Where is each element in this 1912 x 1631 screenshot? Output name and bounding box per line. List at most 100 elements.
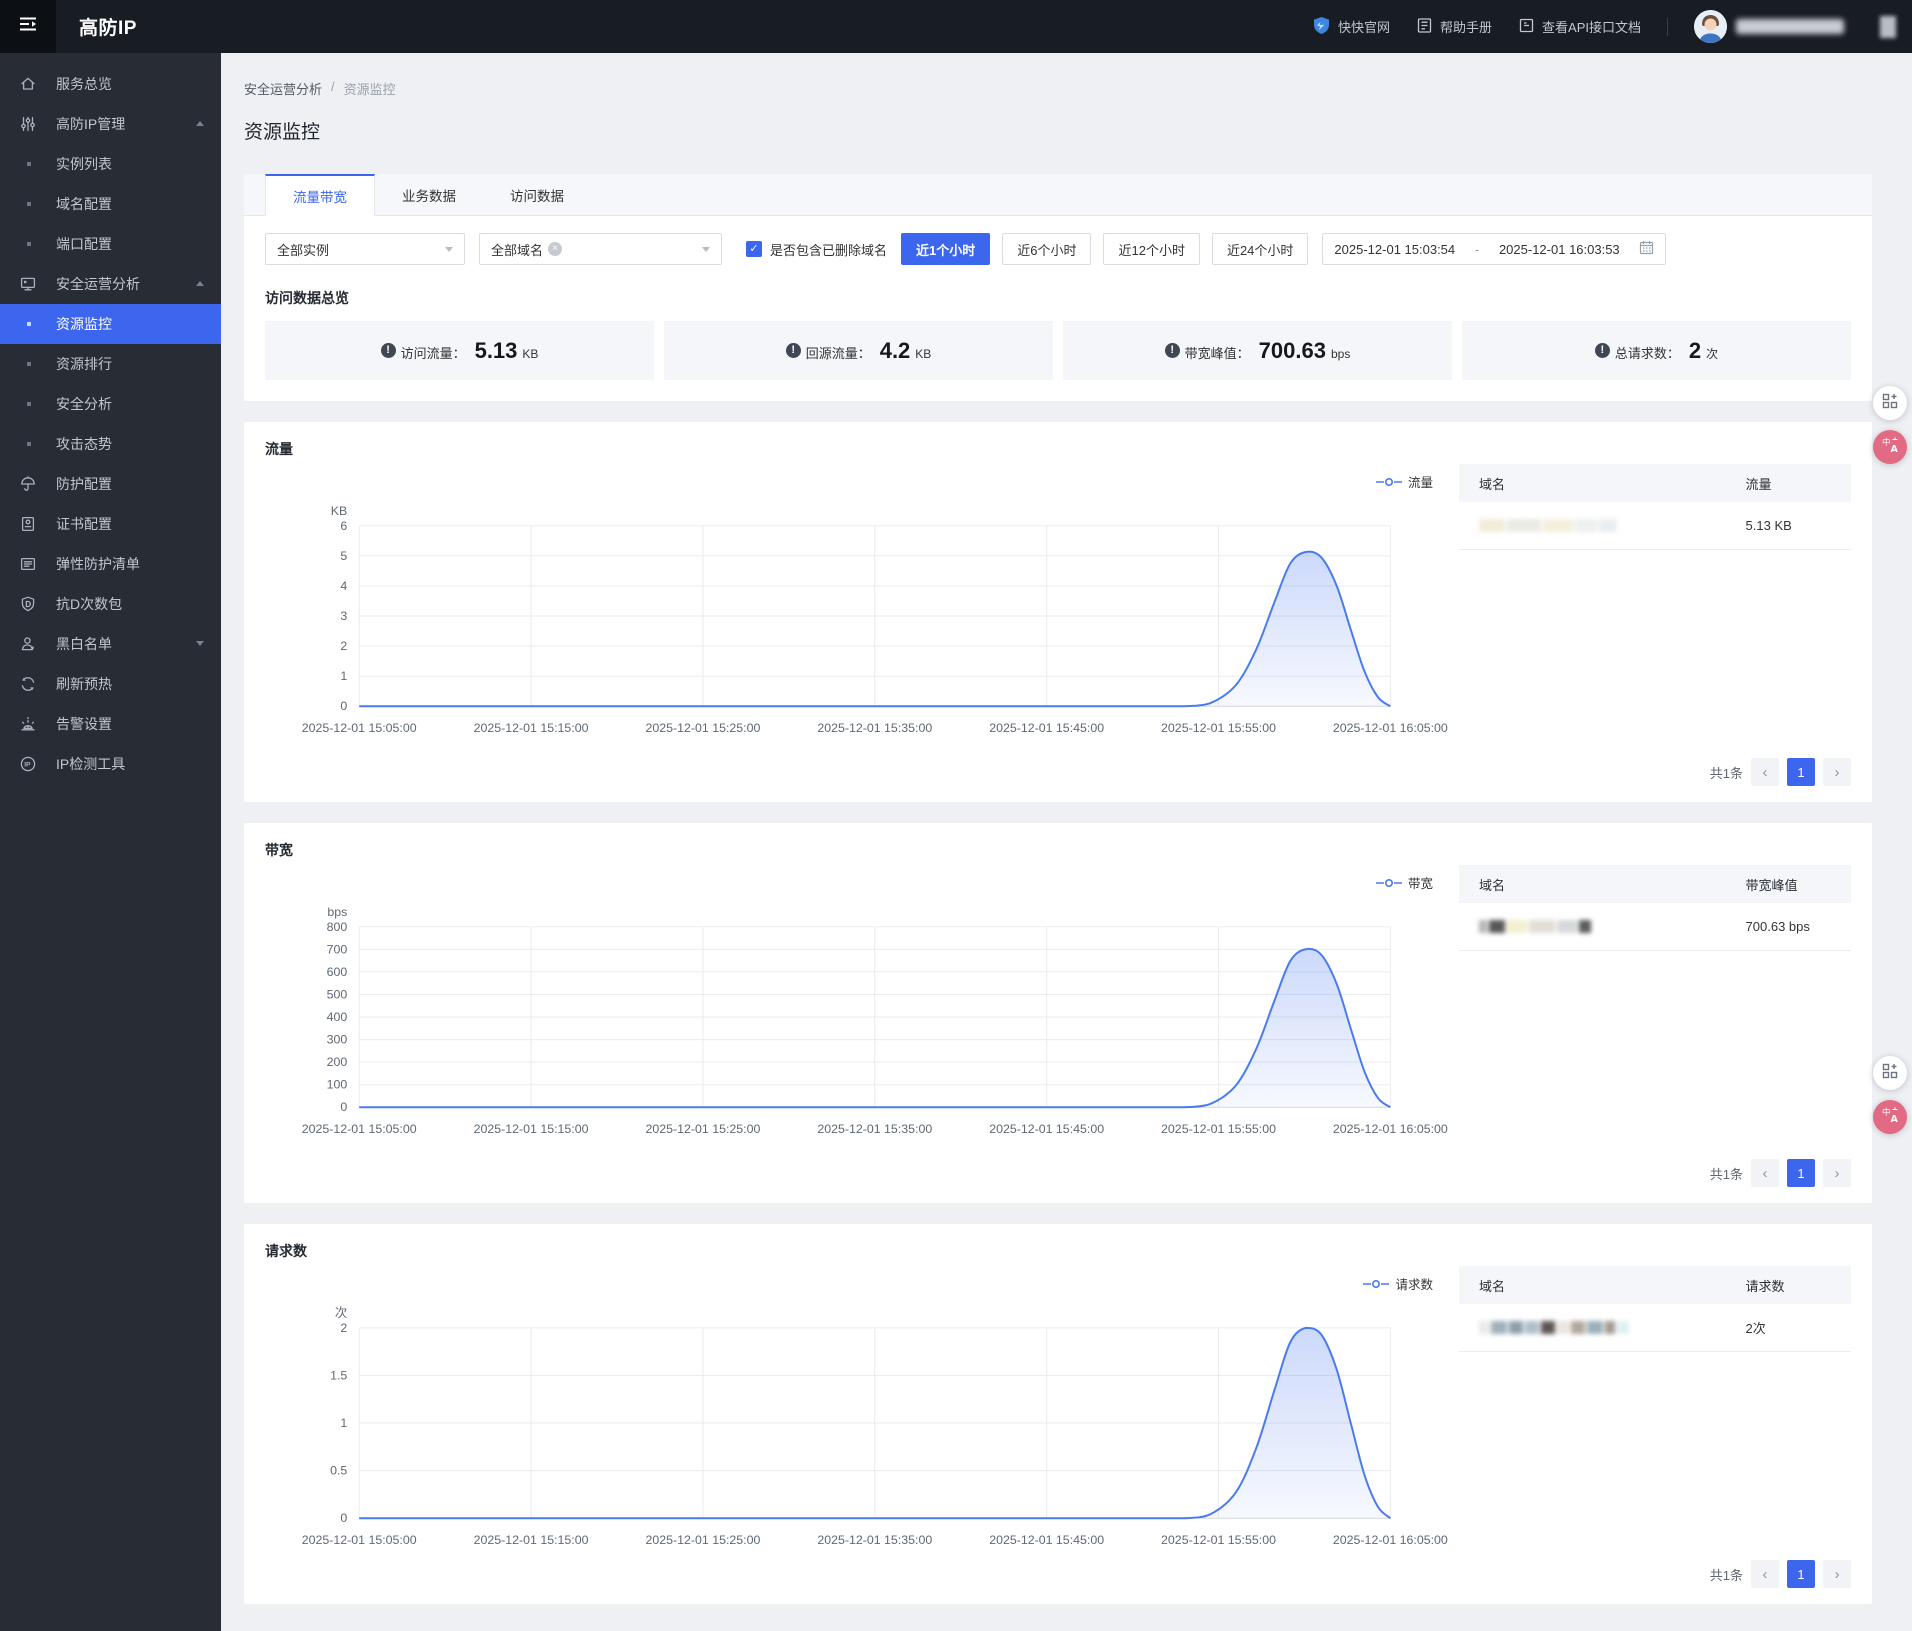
- chevron-right-icon[interactable]: ›: [1823, 1159, 1851, 1187]
- time-range-button-3[interactable]: 近12个小时: [1103, 233, 1200, 265]
- chevron-left-icon[interactable]: ‹: [1751, 758, 1779, 786]
- chart-title: 请求数: [265, 1243, 307, 1259]
- svg-text:3: 3: [340, 609, 347, 623]
- tab-2[interactable]: 业务数据: [375, 174, 483, 215]
- clear-icon[interactable]: ×: [548, 242, 563, 256]
- domain-select[interactable]: 全部域名 ×: [479, 233, 722, 265]
- calendar-icon: [1639, 240, 1654, 258]
- stat-card-2: ! 回源流量： 4.2 KB: [664, 321, 1053, 380]
- chart-legend[interactable]: 请求数: [1363, 1274, 1433, 1293]
- svg-text:1: 1: [340, 669, 347, 683]
- tab-3[interactable]: 访问数据: [483, 174, 591, 215]
- pagination-page-1[interactable]: 1: [1787, 758, 1815, 786]
- chart-card-请求数: 请求数 请求数 0 0.5 1 1.5 2 2025-12-01 15:05:00 2025-1…: [244, 1224, 1872, 1604]
- sidebar-item-label: 刷新预热: [56, 676, 112, 692]
- svg-text:A: A: [1891, 444, 1899, 455]
- sidebar-item-15[interactable]: 黑白名单: [0, 624, 221, 664]
- date-range-picker[interactable]: 2025-12-01 15:03:54 - 2025-12-01 16:03:5…: [1322, 233, 1667, 265]
- svg-text:2: 2: [340, 639, 347, 653]
- header-link-2[interactable]: 帮助手册: [1416, 17, 1492, 37]
- tab-strip: 流量带宽 业务数据 访问数据: [244, 174, 1872, 216]
- stat-unit: bps: [1330, 346, 1351, 361]
- pagination-page-1[interactable]: 1: [1787, 1560, 1815, 1588]
- legend-marker-icon: [1375, 477, 1402, 486]
- chart-side-panel: 域名 流量 5.13 KB 共1条 ‹ 1 ›: [1459, 459, 1851, 790]
- sidebar-item-9[interactable]: 安全分析: [0, 384, 221, 424]
- header-links: 快快官网 帮助手册 查看API接口文档: [1312, 16, 1641, 38]
- svg-text:200: 200: [327, 1055, 348, 1069]
- sidebar-item-4[interactable]: 域名配置: [0, 184, 221, 224]
- sidebar-item-12[interactable]: 证书配置: [0, 504, 221, 544]
- domain-select-value: 全部域名: [491, 242, 544, 258]
- chart-legend[interactable]: 带宽: [1375, 873, 1433, 892]
- breadcrumb-parent[interactable]: 安全运营分析: [244, 79, 322, 98]
- svg-text:0.5: 0.5: [330, 1464, 347, 1478]
- sidebar-item-6[interactable]: 安全运营分析: [0, 264, 221, 304]
- legend-marker-icon: [1363, 1279, 1390, 1288]
- sidebar-item-17[interactable]: 告警设置: [0, 704, 221, 744]
- sidebar-item-label: 证书配置: [56, 516, 112, 532]
- sidebar-item-label: 服务总览: [56, 76, 112, 92]
- instance-select[interactable]: 全部实例: [265, 233, 465, 265]
- table-row[interactable]: 5.13 KB: [1459, 502, 1851, 550]
- user-chip[interactable]: [1694, 10, 1844, 43]
- stat-card-3: ! 带宽峰值： 700.63 bps: [1063, 321, 1452, 380]
- alarm-icon: [19, 715, 37, 733]
- translate-widget-button[interactable]: 中 A: [1873, 1100, 1907, 1134]
- svg-text:800: 800: [327, 920, 348, 934]
- time-range-button-4[interactable]: 近24个小时: [1211, 233, 1309, 265]
- translate-icon: 中 A: [1880, 1105, 1900, 1130]
- chart-body: 请求数 0 0.5 1 1.5 2 2025-12-01 15:05:00 2025-12-0…: [265, 1261, 1851, 1592]
- sidebar-item-16[interactable]: 刷新预热: [0, 664, 221, 704]
- floating-widgets-top: 中 A: [1873, 386, 1907, 464]
- chart-legend[interactable]: 流量: [1375, 472, 1433, 491]
- sidebar-item-label: 端口配置: [56, 236, 112, 252]
- sidebar-toggle-button[interactable]: [0, 0, 56, 53]
- tab-1[interactable]: 流量带宽: [265, 174, 375, 216]
- stat-inner: ! 带宽峰值： 700.63 bps: [1164, 338, 1351, 364]
- time-range-button-2[interactable]: 近6个小时: [1002, 233, 1092, 265]
- time-range-button-1[interactable]: 近1个小时: [901, 233, 991, 265]
- header-link-1[interactable]: 快快官网: [1312, 16, 1390, 38]
- avatar[interactable]: [1694, 10, 1727, 43]
- sidebar-item-10[interactable]: 攻击态势: [0, 424, 221, 464]
- sidebar-item-13[interactable]: 弹性防护清单: [0, 544, 221, 584]
- sidebar-item-5[interactable]: 端口配置: [0, 224, 221, 264]
- sidebar-item-1[interactable]: 服务总览: [0, 64, 221, 104]
- chart-title: 带宽: [265, 842, 293, 858]
- sidebar-item-3[interactable]: 实例列表: [0, 144, 221, 184]
- translate-widget-button[interactable]: 中 A: [1873, 430, 1907, 464]
- svg-text:0: 0: [340, 1100, 347, 1114]
- table-row[interactable]: 700.63 bps: [1459, 903, 1851, 951]
- sidebar-item-18[interactable]: IP IP检测工具: [0, 744, 221, 784]
- pagination-page-1[interactable]: 1: [1787, 1159, 1815, 1187]
- chart-plot[interactable]: 0 100 200 300 400 500 600 700 800 2025-12-01 15:0…: [265, 898, 1448, 1146]
- bullet-icon: [27, 322, 31, 326]
- chevron-left-icon[interactable]: ‹: [1751, 1560, 1779, 1588]
- overview-card: 流量带宽 业务数据 访问数据 全部实例 全部域名 × ✓ 是否包含已删除域名 近…: [244, 174, 1872, 401]
- chart-plot[interactable]: 0 1 2 3 4 5 6 2025-12-01 15:05:00 2025-12-01 15:…: [265, 497, 1448, 745]
- chevron-right-icon[interactable]: ›: [1823, 758, 1851, 786]
- extension-widget-button[interactable]: [1873, 386, 1907, 420]
- sidebar-item-11[interactable]: 防护配置: [0, 464, 221, 504]
- chevron-left-icon[interactable]: ‹: [1751, 1159, 1779, 1187]
- table-row[interactable]: 2次: [1459, 1304, 1851, 1352]
- svg-text:2025-12-01 16:05:00: 2025-12-01 16:05:00: [1333, 721, 1448, 735]
- include-deleted-checkbox-wrap[interactable]: ✓ 是否包含已删除域名: [746, 240, 887, 259]
- squares-sparkle-icon: [1881, 1062, 1899, 1085]
- sidebar-item-7[interactable]: 资源监控: [0, 304, 221, 344]
- stat-card-4: ! 总请求数： 2 次: [1462, 321, 1851, 380]
- chart-card-流量: 流量 流量 0 1 2 3 4 5 6 2025-12-01 15:05:00 2025-12-01…: [244, 422, 1872, 802]
- sidebar-item-8[interactable]: 资源排行: [0, 344, 221, 384]
- header-link-3[interactable]: 查看API接口文档: [1518, 17, 1641, 37]
- chart-plot[interactable]: 0 0.5 1 1.5 2 2025-12-01 15:05:00 2025-12-01 1…: [265, 1299, 1448, 1557]
- table-header-2: 流量: [1725, 464, 1851, 502]
- sidebar-item-14[interactable]: 抗D次数包: [0, 584, 221, 624]
- pagination-total: 共1条: [1709, 1166, 1743, 1182]
- chevron-right-icon[interactable]: ›: [1823, 1560, 1851, 1588]
- checkbox-checked-icon[interactable]: ✓: [746, 241, 762, 257]
- sidebar-item-2[interactable]: 高防IP管理: [0, 104, 221, 144]
- header-corner-redacted: [1880, 15, 1896, 38]
- extension-widget-button[interactable]: [1873, 1056, 1907, 1090]
- chevron-down-icon: [702, 246, 710, 252]
